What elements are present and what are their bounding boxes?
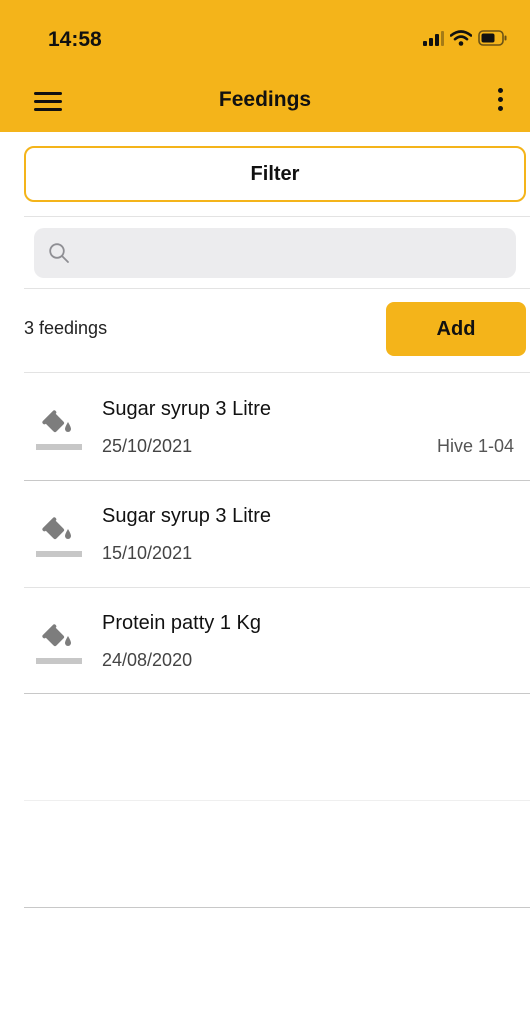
paint-bucket-icon — [36, 624, 82, 664]
paint-bucket-icon — [36, 410, 82, 450]
feeding-title: Sugar syrup 3 Litre — [102, 505, 271, 527]
feeding-title: Sugar syrup 3 Litre — [102, 398, 271, 420]
feeding-list-item[interactable]: Protein patty 1 Kg 24/08/2020 — [0, 588, 530, 694]
feeding-list-item[interactable]: Sugar syrup 3 Litre 15/10/2021 — [0, 481, 530, 587]
search-input[interactable] — [78, 228, 516, 278]
status-bar: 14:58 — [0, 0, 530, 80]
feeding-title: Protein patty 1 Kg — [102, 612, 261, 634]
feeding-date: 15/10/2021 — [102, 543, 193, 563]
more-vertical-icon[interactable] — [494, 88, 506, 118]
filter-button[interactable]: Filter — [24, 146, 526, 202]
feeding-date: 24/08/2020 — [102, 650, 193, 670]
feedings-screen: 14:58 Feedings Filter 3 feedings Add Sug… — [0, 0, 530, 1011]
search-bar[interactable] — [34, 228, 516, 278]
nav-bar: Feedings — [0, 80, 530, 132]
battery-icon — [478, 30, 507, 46]
divider — [24, 372, 530, 373]
header: 14:58 Feedings — [0, 0, 530, 132]
divider — [24, 800, 530, 801]
add-button[interactable]: Add — [386, 302, 526, 356]
signal-icon — [423, 31, 444, 46]
status-icons — [422, 30, 508, 46]
divider — [24, 216, 530, 217]
divider — [24, 288, 530, 289]
feeding-hive: Hive 1-04 — [436, 436, 514, 456]
feeding-list-item[interactable]: Sugar syrup 3 Litre 25/10/2021 Hive 1-04 — [0, 374, 530, 480]
page-title: Feedings — [218, 88, 312, 111]
feedings-count: 3 feedings — [24, 318, 108, 338]
paint-bucket-icon — [36, 517, 82, 557]
feeding-date: 25/10/2021 — [102, 436, 193, 456]
divider — [24, 907, 530, 908]
search-icon — [49, 243, 69, 263]
divider — [24, 693, 530, 694]
wifi-icon — [450, 30, 472, 46]
status-time: 14:58 — [48, 28, 102, 51]
